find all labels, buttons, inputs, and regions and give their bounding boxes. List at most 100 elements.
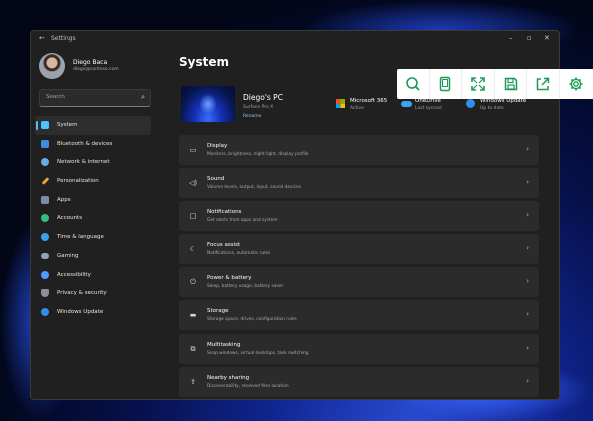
chevron-right-icon: › [526, 343, 529, 352]
setting-row-focus-assist[interactable]: ☾ Focus assist Notifications, automatic … [179, 234, 539, 265]
save-button[interactable] [495, 69, 528, 99]
row-title: Focus assist [207, 242, 241, 249]
row-title: Sound [207, 176, 225, 183]
tile-subtitle: Active [350, 106, 364, 111]
row-title: Nearby sharing [207, 374, 250, 381]
update-icon [41, 307, 49, 316]
shield-icon [41, 289, 49, 298]
row-subtitle: Discoverability, received files location [207, 383, 289, 389]
sidebar-item-privacy[interactable]: Privacy & security [35, 284, 151, 303]
sidebar-item-system[interactable]: System [35, 116, 151, 135]
row-subtitle: Volume levels, output, input, sound devi… [207, 185, 301, 191]
sidebar-item-windows-update[interactable]: Windows Update [35, 303, 151, 322]
sidebar-item-accounts[interactable]: Accounts [35, 209, 151, 228]
page-title: System [179, 55, 229, 69]
update-icon [466, 99, 475, 108]
titlebar: ← Settings – ▫ ✕ [31, 31, 559, 47]
save-icon [504, 77, 517, 91]
sidebar-item-label: System [57, 122, 78, 128]
maximize-icon[interactable]: ▫ [527, 34, 532, 42]
monitor-icon [41, 121, 49, 129]
moon-icon: ☾ [189, 245, 197, 254]
row-title: Power & battery [207, 275, 252, 282]
chevron-right-icon: › [526, 244, 529, 253]
globe-clock-icon [41, 233, 49, 242]
sidebar-item-label: Network & internet [57, 159, 110, 166]
setting-row-nearby-sharing[interactable]: ⇪ Nearby sharing Discoverability, receiv… [179, 366, 539, 397]
row-subtitle: Monitors, brightness, night light, displ… [207, 152, 309, 157]
speaker-icon: ◁) [188, 179, 198, 188]
row-subtitle: Notifications, automatic rules [207, 251, 271, 257]
chevron-right-icon: › [526, 178, 529, 187]
export-icon [536, 77, 550, 91]
multitasking-icon: ⧉ [190, 344, 196, 353]
storage-icon: ▬ [189, 311, 197, 320]
sidebar-item-label: Privacy & security [57, 290, 107, 297]
sidebar-item-bluetooth[interactable]: Bluetooth & devices [35, 135, 151, 154]
row-subtitle: Get alerts from apps and system [207, 218, 278, 224]
brush-icon [41, 177, 50, 185]
share-icon: ⇪ [190, 377, 196, 386]
sidebar-item-label: Personalization [57, 178, 99, 185]
rename-link[interactable]: Rename [243, 114, 261, 119]
setting-row-multitasking[interactable]: ⧉ Multitasking Snap windows, virtual des… [179, 333, 539, 364]
sidebar-item-label: Gaming [57, 252, 79, 259]
row-title: Multitasking [207, 341, 241, 348]
settings-list: ▭ Display Monitors, brightness, night li… [179, 135, 539, 399]
user-name: Diego Baca [73, 59, 108, 66]
floating-toolbar [397, 69, 593, 99]
settings-button[interactable] [560, 69, 593, 99]
chevron-right-icon: › [526, 376, 529, 385]
sidebar-item-label: Bluetooth & devices [57, 140, 113, 147]
sidebar-item-apps[interactable]: Apps [35, 191, 151, 210]
device-wallpaper-thumbnail [181, 86, 235, 122]
device-model: Surface Pro X [243, 105, 274, 110]
zoom-search-icon [405, 77, 420, 91]
sidebar-item-label: Accessibility [57, 271, 91, 278]
setting-row-power-battery[interactable]: ⏻ Power & battery Sleep, battery usage, … [179, 267, 539, 298]
export-button[interactable] [527, 69, 560, 99]
row-title: Storage [207, 308, 229, 315]
row-subtitle: Sleep, battery usage, battery saver [207, 284, 284, 290]
minimize-icon[interactable]: – [509, 34, 513, 42]
window-title: Settings [51, 35, 76, 42]
apps-icon [41, 195, 49, 204]
cloud-icon [401, 101, 412, 107]
sidebar-item-time-language[interactable]: Time & language [35, 228, 151, 247]
device-frame-icon [440, 76, 451, 92]
tile-title: Microsoft 365 [350, 98, 388, 104]
row-subtitle: Snap windows, virtual desktops, task swi… [207, 350, 309, 356]
chevron-right-icon: › [526, 310, 529, 319]
sidebar-item-gaming[interactable]: Gaming [35, 247, 151, 266]
sidebar-item-label: Apps [57, 196, 71, 203]
person-icon [41, 214, 49, 223]
setting-row-notifications[interactable]: □ Notifications Get alerts from apps and… [179, 201, 539, 232]
device-name: Diego's PC [243, 93, 283, 102]
search-placeholder: Search [46, 94, 65, 100]
fullscreen-button[interactable] [462, 69, 495, 99]
sidebar-item-personalization[interactable]: Personalization [35, 172, 151, 191]
tile-subtitle: Up to date [480, 106, 504, 111]
power-icon: ⏻ [190, 278, 196, 287]
setting-row-storage[interactable]: ▬ Storage Storage space, drives, configu… [179, 300, 539, 331]
chevron-right-icon: › [526, 145, 529, 153]
setting-row-display[interactable]: ▭ Display Monitors, brightness, night li… [179, 135, 539, 165]
setting-row-sound[interactable]: ◁) Sound Volume levels, output, input, s… [179, 168, 539, 199]
back-arrow-icon[interactable]: ← [39, 34, 45, 42]
row-title: Display [207, 143, 228, 149]
accessibility-icon [41, 270, 49, 279]
display-icon: ▭ [189, 146, 197, 154]
close-icon[interactable]: ✕ [544, 34, 550, 42]
search-icon: ⌕ [141, 93, 145, 101]
chevron-right-icon: › [526, 211, 529, 220]
zoom-search-button[interactable] [397, 69, 430, 99]
device-frame-button[interactable] [430, 69, 463, 99]
sidebar-item-network[interactable]: Network & internet [35, 153, 151, 172]
wifi-icon [41, 158, 49, 167]
row-subtitle: Storage space, drives, configuration rul… [207, 317, 297, 323]
chevron-right-icon: › [526, 277, 529, 286]
row-title: Notifications [207, 209, 242, 216]
sidebar-item-accessibility[interactable]: Accessibility [35, 266, 151, 285]
search-input[interactable]: Search ⌕ [39, 89, 151, 107]
tile-subtitle: Last synced [415, 106, 442, 111]
